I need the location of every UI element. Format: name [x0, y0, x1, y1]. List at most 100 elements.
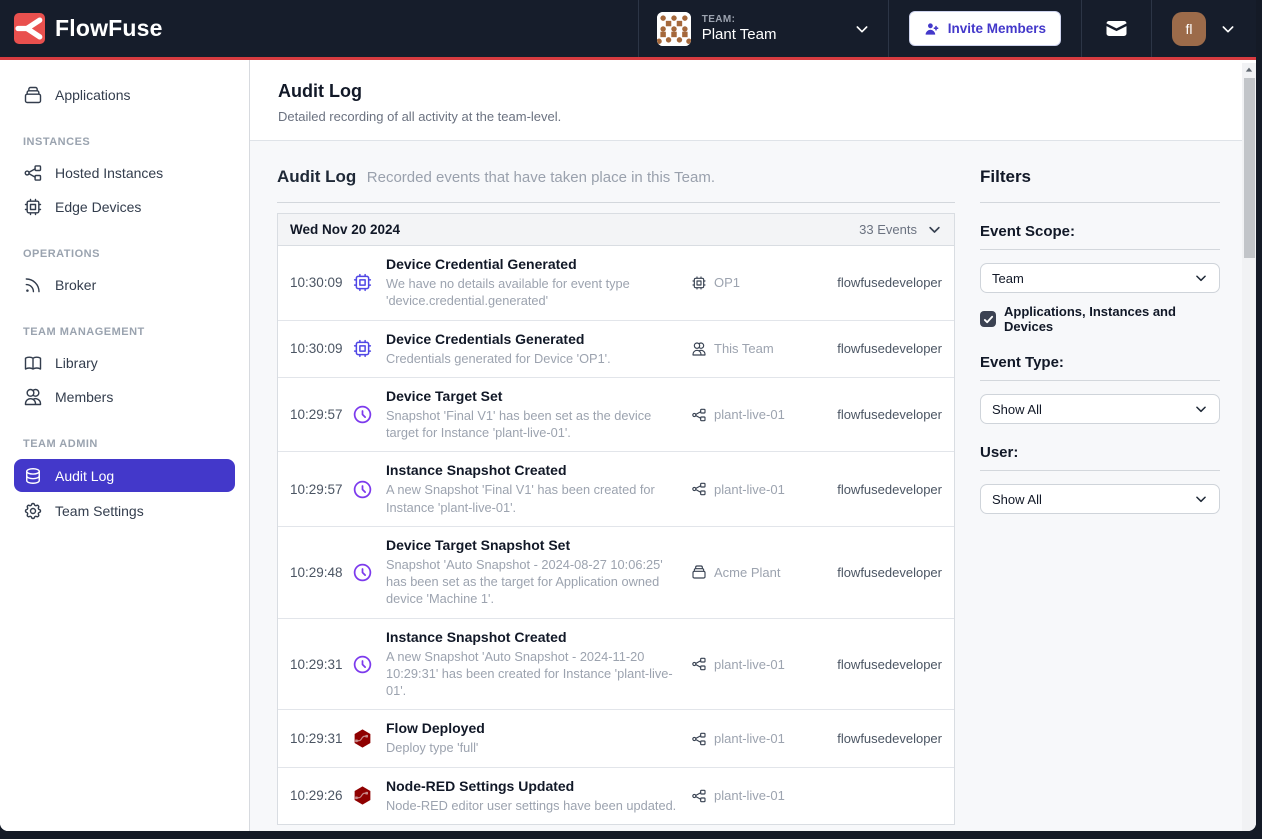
user-filter-label: User:	[980, 444, 1220, 471]
event-scope-value: Team	[992, 271, 1024, 286]
sidebar-item-broker[interactable]: Broker	[14, 269, 235, 300]
user-avatar: fl	[1172, 12, 1206, 46]
event-time: 10:30:09	[290, 341, 352, 356]
audit-event-row: 10:30:09 Device Credentials GeneratedCred…	[278, 321, 954, 378]
event-scope-select[interactable]: Team	[980, 263, 1220, 293]
event-user: flowfusedeveloper	[831, 341, 942, 356]
chip-icon	[352, 338, 373, 359]
sidebar-item-label: Team Settings	[55, 503, 144, 519]
event-target: This Team	[691, 341, 831, 357]
date-group-right: 33 Events	[859, 222, 942, 237]
library-icon	[23, 353, 43, 373]
event-target: plant-live-01	[691, 481, 831, 497]
event-text: Device Target Set Snapshot 'Final V1' has…	[386, 388, 691, 442]
sidebar-item-team-settings[interactable]: Team Settings	[14, 495, 235, 526]
sidebar-section-label-operations: OPERATIONS	[0, 248, 249, 260]
event-target-name: plant-live-01	[714, 407, 785, 422]
checkbox-checked-icon[interactable]	[980, 311, 996, 327]
audit-event-row: 10:29:26Node-RED Settings UpdatedNode-RE…	[278, 768, 954, 824]
user-menu[interactable]: fl	[1151, 0, 1256, 57]
event-text: Instance Snapshot Created A new Snapshot …	[386, 629, 691, 700]
team-selector[interactable]: TEAM: Plant Team	[638, 0, 888, 57]
sidebar-item-library[interactable]: Library	[14, 347, 235, 378]
sidebar-item-applications[interactable]: Applications	[14, 79, 235, 110]
instance-icon	[691, 407, 707, 423]
event-time: 10:30:09	[290, 275, 352, 290]
event-text: Instance Snapshot Created A new Snapshot …	[386, 462, 691, 516]
clock-icon	[352, 562, 373, 583]
event-description: Node-RED editor user settings have been …	[386, 797, 677, 814]
invite-members-button[interactable]: Invite Members	[909, 11, 1061, 46]
scroll-up-icon[interactable]	[1242, 63, 1256, 77]
event-target: plant-live-01	[691, 656, 831, 672]
chip-icon	[691, 275, 707, 291]
audit-event-row: 10:29:57Instance Snapshot CreatedA new S…	[278, 452, 954, 527]
event-description: Snapshot 'Auto Snapshot - 2024-08-27 10:…	[386, 556, 677, 608]
audit-event-row: 10:29:57 Device Target Set Snapshot 'Final…	[278, 378, 954, 453]
sidebar-item-label: Broker	[55, 277, 96, 293]
audit-event-row: 10:29:31Instance Snapshot CreatedA new S…	[278, 619, 954, 711]
event-time: 10:29:57	[290, 407, 352, 422]
audit-event-row: 10:30:09Device Credential GeneratedWe ha…	[278, 246, 954, 321]
team-name: Plant Team	[702, 26, 843, 43]
sidebar-item-audit-log[interactable]: Audit Log	[14, 459, 235, 492]
event-type-label: Event Type:	[980, 354, 1220, 381]
top-navbar: FlowFuse TEAM: Plant Tea	[0, 0, 1256, 60]
clock-icon	[352, 479, 373, 500]
event-target-name: plant-live-01	[714, 731, 785, 746]
vertical-scrollbar[interactable]	[1242, 63, 1256, 831]
sidebar-item-edge-devices[interactable]: Edge Devices	[14, 191, 235, 222]
broker-icon	[23, 275, 43, 295]
event-title: Device Target Snapshot Set	[386, 537, 677, 553]
event-user: flowfusedeveloper	[831, 657, 942, 672]
audit-log-heading-hint: Recorded events that have taken place in…	[367, 169, 715, 186]
event-text: Device Credentials GeneratedCredentials …	[386, 331, 691, 367]
brand[interactable]: FlowFuse	[0, 0, 163, 57]
notifications-button[interactable]	[1081, 0, 1151, 57]
scope-include-checkbox-label: Applications, Instances and Devices	[1004, 304, 1220, 334]
event-target-name: plant-live-01	[714, 657, 785, 672]
event-description: Snapshot 'Final V1' has been set as the …	[386, 407, 677, 442]
chevron-down-icon	[927, 222, 942, 237]
event-type-select[interactable]: Show All	[980, 394, 1220, 424]
event-text: Device Target Snapshot Set Snapshot 'Auto…	[386, 537, 691, 608]
event-target: Acme Plant	[691, 564, 831, 580]
event-title: Node-RED Settings Updated	[386, 778, 677, 794]
page-subtitle: Detailed recording of all activity at th…	[278, 109, 1214, 124]
page-title: Audit Log	[278, 81, 1214, 102]
app-window: FlowFuse TEAM: Plant Tea	[0, 0, 1256, 831]
instance-icon	[691, 656, 707, 672]
event-description: Credentials generated for Device 'OP1'.	[386, 350, 677, 367]
user-filter-select[interactable]: Show All	[980, 484, 1220, 514]
event-target: OP1	[691, 275, 831, 291]
event-title: Instance Snapshot Created	[386, 462, 677, 478]
audit-log-heading: Audit Log Recorded events that have take…	[277, 167, 955, 187]
filters-panel: Filters Event Scope: Team Applications,	[980, 167, 1220, 831]
sidebar-section-label-team-admin: TEAM ADMIN	[0, 438, 249, 450]
sidebar-item-hosted-instances[interactable]: Hosted Instances	[14, 157, 235, 188]
user-add-icon	[924, 21, 940, 37]
event-time: 10:29:31	[290, 731, 352, 746]
navbar-right: TEAM: Plant Team Invite Members	[638, 0, 1256, 57]
event-scope-label: Event Scope:	[980, 223, 1220, 250]
event-user: flowfusedeveloper	[831, 407, 942, 422]
event-title: Device Target Set	[386, 388, 677, 404]
event-description: Deploy type 'full'	[386, 739, 677, 756]
content-area: Audit Log Recorded events that have take…	[250, 141, 1242, 831]
audit-log-icon	[23, 466, 43, 486]
event-description: A new Snapshot 'Final V1' has been creat…	[386, 481, 677, 516]
sidebar-item-label: Library	[55, 355, 98, 371]
team-avatar	[657, 12, 691, 46]
date-group-header[interactable]: Wed Nov 20 2024 33 Events	[277, 213, 955, 246]
chevron-down-icon	[1194, 492, 1208, 506]
event-description: We have no details available for event t…	[386, 275, 677, 310]
main-content: Audit Log Detailed recording of all acti…	[250, 60, 1242, 831]
sidebar-item-members[interactable]: Members	[14, 381, 235, 412]
event-description: A new Snapshot 'Auto Snapshot - 2024-11-…	[386, 648, 677, 700]
scrollbar-thumb[interactable]	[1244, 78, 1255, 258]
audit-log-heading-title: Audit Log	[277, 167, 356, 186]
event-time: 10:29:48	[290, 565, 352, 580]
clock-icon	[352, 654, 373, 675]
event-title: Instance Snapshot Created	[386, 629, 677, 645]
scope-include-checkbox-row[interactable]: Applications, Instances and Devices	[980, 304, 1220, 334]
